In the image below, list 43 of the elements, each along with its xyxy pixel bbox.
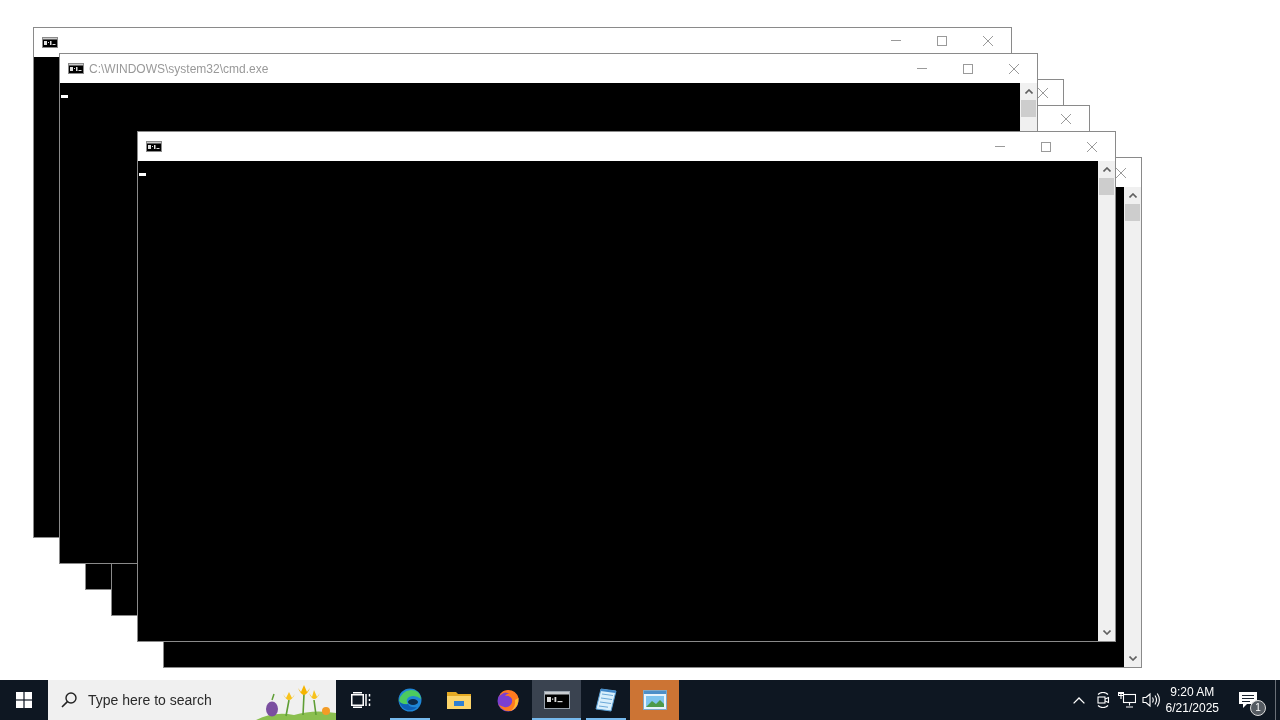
minimize-icon (891, 40, 901, 41)
vertical-scrollbar[interactable] (1098, 161, 1115, 641)
video-camera-icon (1094, 692, 1111, 708)
clock-button[interactable]: 9:20 AM 6/21/2025 (1162, 680, 1221, 720)
taskbar-app-button[interactable] (532, 680, 581, 720)
maximize-icon (937, 35, 947, 46)
search-field[interactable]: Type here to search (48, 680, 336, 720)
chevron-up-icon[interactable] (1024, 89, 1033, 94)
close-icon (1038, 87, 1048, 98)
close-icon (1116, 167, 1126, 178)
swirl-icon (397, 688, 422, 712)
scrollbar-thumb[interactable] (1099, 178, 1114, 195)
speaker-icon (1141, 692, 1160, 708)
notification-icon (1239, 691, 1257, 709)
maximize-icon (963, 63, 973, 74)
folder-icon (446, 690, 471, 710)
notepad-icon (593, 688, 618, 712)
network-icon (1117, 692, 1136, 708)
terminal-icon (543, 691, 570, 709)
task-view-icon (350, 692, 371, 708)
vertical-scrollbar[interactable] (1124, 187, 1141, 667)
scrollbar-thumb[interactable] (1125, 204, 1140, 221)
vertical-scrollbar[interactable] (1020, 83, 1037, 131)
notification-badge: 1 (1250, 700, 1266, 716)
chevron-up-icon[interactable] (1128, 193, 1137, 198)
search-icon (61, 692, 77, 708)
chevron-up-icon (1072, 696, 1085, 704)
close-icon (1087, 141, 1097, 152)
close-icon (1009, 63, 1019, 74)
window-title: C:\WINDOWS\system32\cmd.exe (89, 62, 269, 76)
flame-globe-icon (495, 688, 520, 712)
start-logo-icon (16, 692, 32, 708)
notifications-button[interactable]: 1 (1221, 680, 1275, 720)
maximize-icon (1041, 141, 1051, 152)
scrollbar-thumb[interactable] (1021, 100, 1036, 117)
chevron-up-icon[interactable] (1102, 167, 1111, 172)
minimize-icon (917, 68, 927, 69)
close-icon (983, 35, 993, 46)
picture-window-icon (642, 690, 667, 710)
chevron-down-icon[interactable] (1102, 630, 1111, 635)
minimize-icon (995, 146, 1005, 147)
chevron-down-icon[interactable] (1128, 656, 1137, 661)
close-icon (1061, 113, 1071, 124)
